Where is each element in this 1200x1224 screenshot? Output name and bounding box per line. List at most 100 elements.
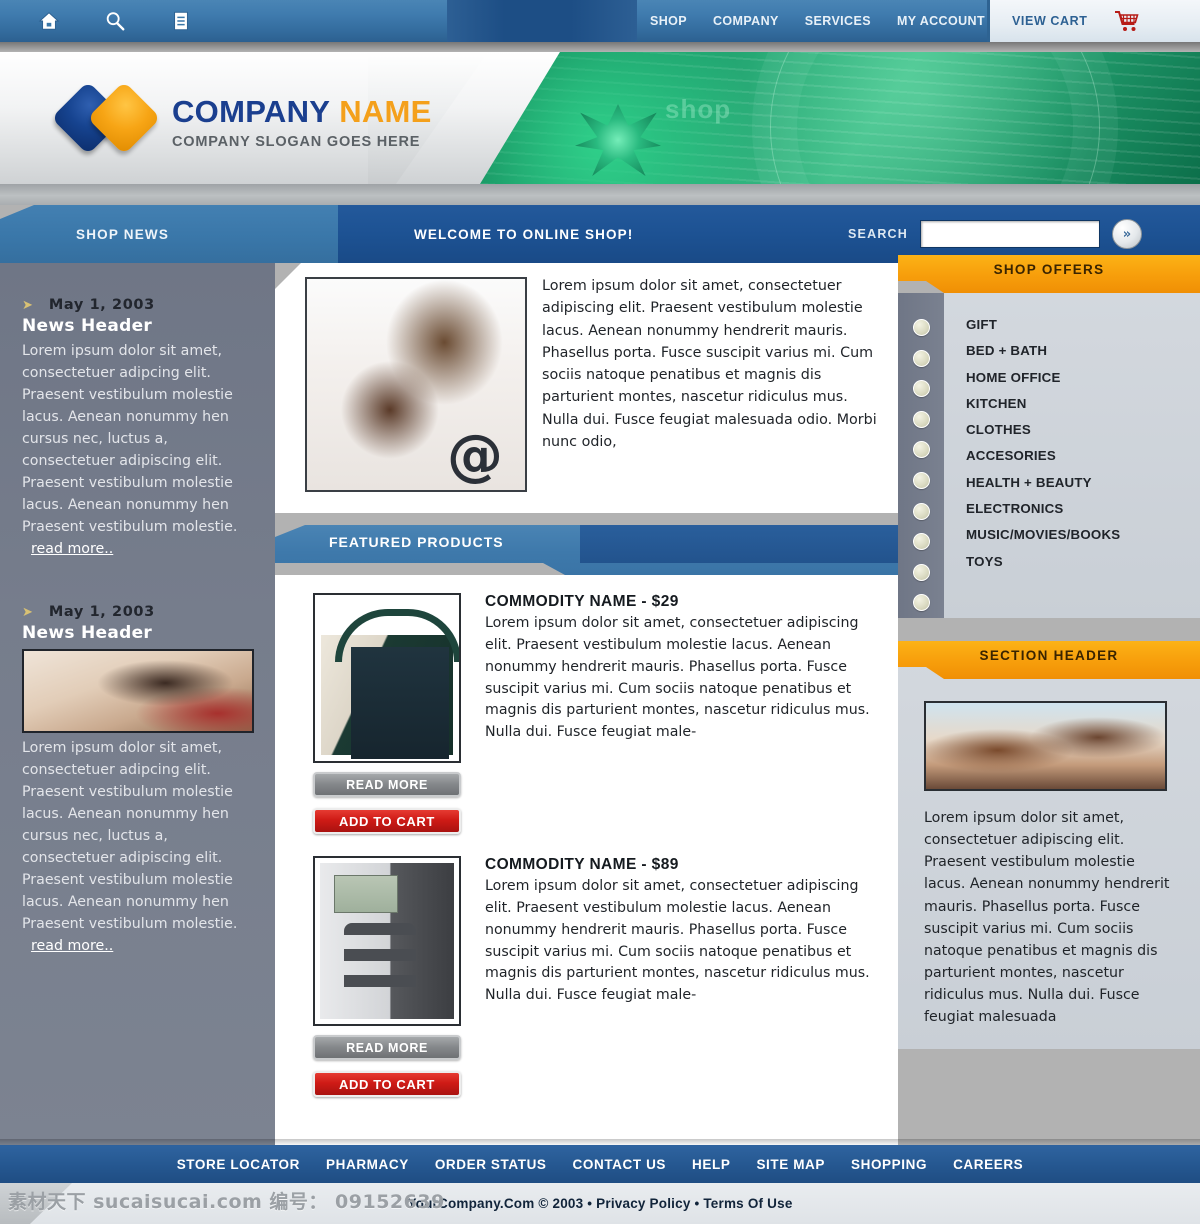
footer-link-order-status[interactable]: ORDER STATUS <box>435 1157 547 1172</box>
read-more-button[interactable]: READ MORE <box>313 1035 461 1060</box>
section-panel-body: Lorem ipsum dolor sit amet, consectetuer… <box>898 679 1200 1049</box>
section-panel-title: SECTION HEADER <box>979 647 1119 663</box>
search-submit-button[interactable]: » <box>1112 219 1142 249</box>
offer-link-kitchen[interactable]: KITCHEN <box>966 397 1200 411</box>
bullet-dot-icon <box>912 594 930 612</box>
product-row: READ MORE ADD TO CART COMMODITY NAME - $… <box>313 856 876 1097</box>
offer-link-health-beauty[interactable]: HEALTH + BEAUTY <box>966 475 1200 489</box>
nav-decorative-block <box>447 0 637 42</box>
nav-link-services[interactable]: SERVICES <box>805 14 871 28</box>
shop-news-tab[interactable]: SHOP NEWS <box>0 205 338 263</box>
news-item: ➤ May 1, 2003 News Header Lorem ipsum do… <box>22 297 253 560</box>
product-info-column: COMMODITY NAME - $89 Lorem ipsum dolor s… <box>485 856 876 1097</box>
bullet-dot-icon <box>912 410 930 428</box>
search-input[interactable] <box>920 220 1100 248</box>
main-content-column: @ Lorem ipsum dolor sit amet, consectetu… <box>275 263 898 1145</box>
bullet-dot-icon <box>912 380 930 398</box>
banner-globe-arcs <box>770 52 1100 184</box>
bullet-dot-icon <box>912 533 930 551</box>
product-row: READ MORE ADD TO CART COMMODITY NAME - $… <box>313 593 876 834</box>
featured-header-accent <box>580 525 898 563</box>
shop-offers-header: SHOP OFFERS <box>898 255 1200 293</box>
section-panel-header: SECTION HEADER <box>898 641 1200 679</box>
offer-link-music-movies-books[interactable]: MUSIC/MOVIES/BOOKS <box>966 528 1200 542</box>
news-body-text: Lorem ipsum dolor sit amet, consectetuer… <box>22 343 238 535</box>
footer-link-help[interactable]: HELP <box>692 1157 730 1172</box>
footer-link-careers[interactable]: CAREERS <box>953 1157 1023 1172</box>
nav-link-shop[interactable]: SHOP <box>650 14 687 28</box>
footer-link-shopping[interactable]: SHOPPING <box>851 1157 927 1172</box>
news-read-more-link[interactable]: read more.. <box>31 938 113 954</box>
product-description: Lorem ipsum dolor sit amet, consectetuer… <box>485 615 870 741</box>
shop-news-tab-label: SHOP NEWS <box>76 226 170 242</box>
shop-offers-links: GIFT BED + BATH HOME OFFICE KITCHEN CLOT… <box>944 293 1200 618</box>
masthead: shop COMPANY NAME COMPANY SLOGAN GOES HE… <box>0 52 1200 184</box>
news-date-row: ➤ May 1, 2003 <box>22 604 253 620</box>
news-date: May 1, 2003 <box>48 297 155 313</box>
footer-link-pharmacy[interactable]: PHARMACY <box>326 1157 409 1172</box>
news-body: Lorem ipsum dolor sit amet, consectetuer… <box>22 340 253 560</box>
search-label: SEARCH <box>848 227 908 241</box>
offer-link-electronics[interactable]: ELECTRONICS <box>966 502 1200 516</box>
footer-link-store-locator[interactable]: STORE LOCATOR <box>177 1157 300 1172</box>
news-body: Lorem ipsum dolor sit amet, consectetuer… <box>22 737 253 957</box>
welcome-title: WELCOME TO ONLINE SHOP! <box>414 226 634 242</box>
view-cart-label: VIEW CART <box>1012 14 1088 28</box>
tote-bags-image <box>321 601 459 759</box>
product-description: Lorem ipsum dolor sit amet, consectetuer… <box>485 878 870 1004</box>
product-title: COMMODITY NAME - $89 <box>485 856 679 873</box>
search-area: SEARCH » <box>848 219 1142 249</box>
mp3-player-image <box>320 863 454 1019</box>
welcome-text: Lorem ipsum dolor sit amet, consectetuer… <box>542 278 877 451</box>
offers-bullet-gutter <box>898 293 944 618</box>
offer-link-bed-bath[interactable]: BED + BATH <box>966 344 1200 358</box>
featured-products-header: FEATURED PRODUCTS <box>275 525 898 575</box>
banner-graphic: shop <box>480 52 1200 184</box>
read-more-button[interactable]: READ MORE <box>313 772 461 797</box>
bullet-dot-icon <box>912 319 930 336</box>
nav-link-my-account[interactable]: MY ACCOUNT <box>897 14 985 28</box>
news-date: May 1, 2003 <box>48 604 155 620</box>
news-date-row: ➤ May 1, 2003 <box>22 297 253 313</box>
right-sidebar: SHOP OFFERS GIFT BED + BATH HOME OFFICE … <box>898 255 1200 1145</box>
offer-link-clothes[interactable]: CLOTHES <box>966 423 1200 437</box>
news-read-more-link[interactable]: read more.. <box>31 541 113 557</box>
add-to-cart-button[interactable]: ADD TO CART <box>313 1071 461 1097</box>
home-icon[interactable] <box>38 10 60 32</box>
section-photo <box>924 701 1167 791</box>
product-thumbnail[interactable] <box>313 593 461 763</box>
product-media-column: READ MORE ADD TO CART <box>313 856 463 1097</box>
news-header: News Header <box>22 316 153 336</box>
nav-drop-shadow <box>0 42 1200 52</box>
news-photo <box>22 649 254 733</box>
featured-products-title: FEATURED PRODUCTS <box>329 534 504 550</box>
page-root: SHOP COMPANY SERVICES MY ACCOUNT VIEW CA… <box>0 0 1200 1224</box>
shop-news-sidebar: ➤ May 1, 2003 News Header Lorem ipsum do… <box>0 263 275 1145</box>
view-cart-button[interactable]: VIEW CART <box>987 0 1200 42</box>
offer-link-accesories[interactable]: ACCESORIES <box>966 449 1200 463</box>
logo-mark[interactable] <box>51 81 172 155</box>
stock-watermark: 素材天下 sucaisucai.com 编号： 09152639 <box>8 1191 445 1213</box>
arrow-right-icon: ➤ <box>22 605 33 620</box>
nav-link-company[interactable]: COMPANY <box>713 14 779 28</box>
offer-link-gift[interactable]: GIFT <box>966 318 1200 332</box>
at-symbol-icon: @ <box>447 423 503 488</box>
welcome-card: @ Lorem ipsum dolor sit amet, consectetu… <box>275 263 898 513</box>
logo-text-block: COMPANY NAME COMPANY SLOGAN GOES HERE <box>172 96 432 150</box>
offer-link-home-office[interactable]: HOME OFFICE <box>966 370 1200 384</box>
product-media-column: READ MORE ADD TO CART <box>313 593 463 834</box>
footer-link-contact-us[interactable]: CONTACT US <box>573 1157 667 1172</box>
offer-link-toys[interactable]: TOYS <box>966 554 1200 568</box>
top-navigation-bar: SHOP COMPANY SERVICES MY ACCOUNT VIEW CA… <box>0 0 1200 42</box>
add-to-cart-button[interactable]: ADD TO CART <box>313 808 461 834</box>
banner-shop-text: shop <box>665 94 732 124</box>
section-text: Lorem ipsum dolor sit amet, consectetuer… <box>924 810 1170 1026</box>
product-thumbnail[interactable] <box>313 856 461 1026</box>
search-icon[interactable] <box>104 10 126 32</box>
footer-link-site-map[interactable]: SITE MAP <box>756 1157 825 1172</box>
bullet-dot-icon <box>912 563 930 581</box>
document-icon[interactable] <box>170 10 192 32</box>
news-body-text: Lorem ipsum dolor sit amet, consectetuer… <box>22 740 238 932</box>
arrow-right-icon: ➤ <box>22 298 33 313</box>
shopping-cart-icon <box>1114 11 1139 31</box>
